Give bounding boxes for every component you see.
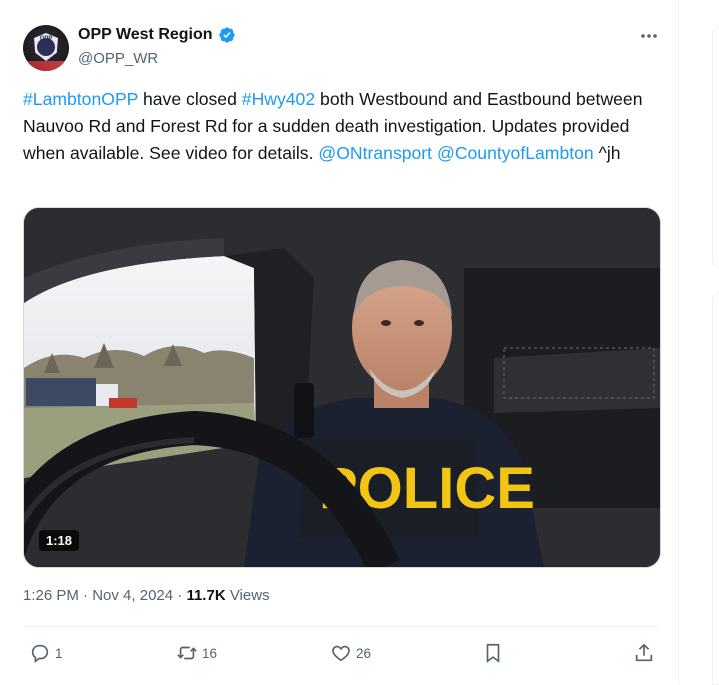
hashtag-link[interactable]: #Hwy402 <box>242 89 315 109</box>
video-thumbnail: POLICE <box>24 208 660 567</box>
mention-link[interactable]: @CountyofLambton <box>437 143 594 163</box>
repost-button[interactable]: 16 <box>176 636 217 670</box>
tweet-text-segment: have closed <box>138 89 242 109</box>
tweet-text-segment: ^jh <box>593 143 621 163</box>
reply-button[interactable]: 1 <box>29 636 63 670</box>
bookmark-icon <box>486 643 500 663</box>
views-label: Views <box>229 587 270 604</box>
verified-badge-icon <box>218 27 235 43</box>
video-duration: 1:18 <box>39 530 80 551</box>
meta-separator: · <box>83 587 89 604</box>
like-icon <box>332 645 350 662</box>
sidebar-card-edge <box>712 292 719 685</box>
views-count: 11.7K <box>186 587 226 604</box>
video-player[interactable]: POLICE <box>23 207 661 568</box>
tweet-text: #LambtonOPP have closed #Hwy402 both Wes… <box>23 86 663 167</box>
action-bar: 1 16 26 <box>0 636 678 670</box>
author-handle[interactable]: @OPP_WR <box>78 50 158 67</box>
tweet-meta: 1:26 PM · Nov 4, 2024 · 11.7K Views <box>23 587 270 604</box>
avatar[interactable]: OPP <box>23 25 69 71</box>
hashtag-link[interactable]: #LambtonOPP <box>23 89 138 109</box>
share-button[interactable] <box>633 636 655 670</box>
reply-icon <box>31 644 49 663</box>
share-icon <box>635 643 653 662</box>
tweet-date[interactable]: Nov 4, 2024 <box>92 587 173 604</box>
tweet-time[interactable]: 1:26 PM <box>23 587 79 604</box>
author-name[interactable]: OPP West Region <box>78 26 213 44</box>
bookmark-button[interactable] <box>482 636 504 670</box>
avatar-text: OPP <box>39 36 53 42</box>
avatar-stripe <box>23 61 69 71</box>
like-count: 26 <box>356 645 372 661</box>
reply-count: 1 <box>55 645 63 661</box>
mention-link[interactable]: @ONtransport <box>318 143 432 163</box>
divider <box>23 626 659 627</box>
like-button[interactable]: 26 <box>330 636 371 670</box>
author-name-row[interactable]: OPP West Region <box>78 26 236 44</box>
repost-count: 16 <box>202 645 218 661</box>
meta-separator: · <box>177 587 183 604</box>
sidebar-card-edge <box>712 26 719 268</box>
tweet-card: OPP OPP West Region @OPP_WR #LambtonOPP … <box>0 0 679 683</box>
repost-icon <box>177 646 197 660</box>
more-icon[interactable] <box>636 26 662 46</box>
